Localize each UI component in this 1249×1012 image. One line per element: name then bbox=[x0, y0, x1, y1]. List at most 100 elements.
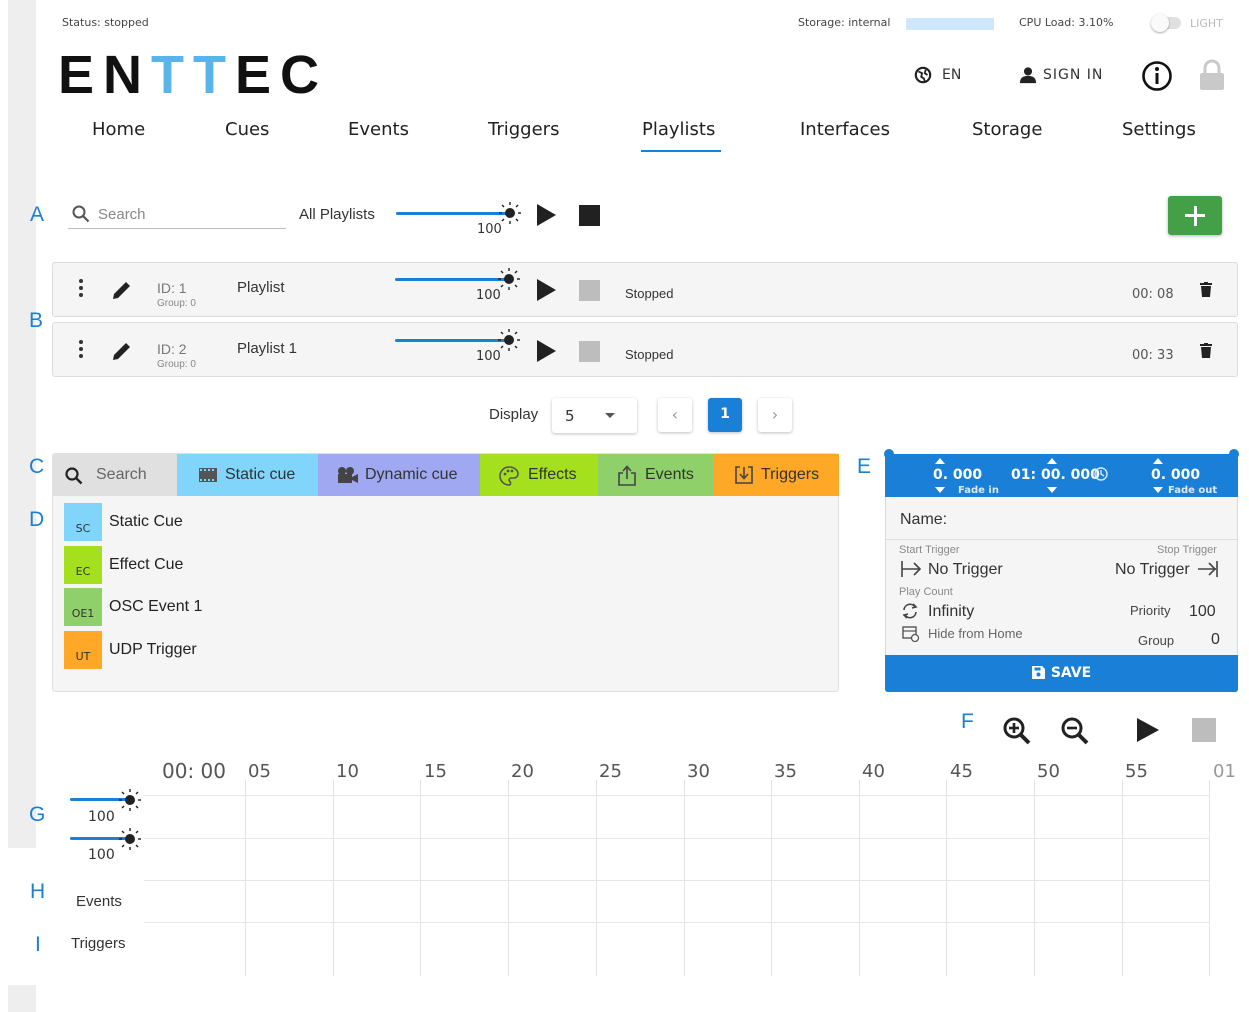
more-vert-icon[interactable] bbox=[79, 279, 83, 301]
library-item-effect-cue[interactable]: Effect Cue bbox=[109, 556, 183, 574]
tab-interfaces[interactable]: Interfaces bbox=[800, 119, 890, 140]
master-level-value: 100 bbox=[477, 222, 502, 237]
play-playlist-button[interactable] bbox=[537, 279, 556, 301]
tab-events[interactable]: Events bbox=[598, 454, 713, 496]
duration-decrease-icon[interactable] bbox=[1047, 487, 1057, 493]
track-divider bbox=[144, 795, 1210, 796]
fade-out-decrease-icon[interactable] bbox=[1153, 487, 1163, 493]
tab-dynamic-cue-label: Dynamic cue bbox=[365, 466, 458, 483]
logo-t1: T bbox=[151, 45, 194, 105]
next-page-button[interactable]: › bbox=[758, 398, 792, 432]
playlist-row[interactable]: ID: 2 Group: 0 Playlist 1 100 Stopped 00… bbox=[52, 322, 1238, 377]
resize-handle[interactable] bbox=[884, 449, 894, 459]
stop-trigger-select[interactable]: No Trigger bbox=[1115, 561, 1190, 579]
master-level-slider[interactable] bbox=[396, 212, 508, 215]
grid-line bbox=[946, 780, 947, 976]
hide-from-home-toggle[interactable]: Hide from Home bbox=[928, 626, 1023, 641]
playlist-search-input[interactable]: Search bbox=[98, 206, 146, 223]
library-item-osc-event[interactable]: OSC Event 1 bbox=[109, 598, 202, 616]
tab-playlists[interactable]: Playlists bbox=[642, 119, 715, 140]
playlist-row[interactable]: ID: 1 Group: 0 Playlist 100 Stopped 00: … bbox=[52, 262, 1238, 317]
fade-in-decrease-icon[interactable] bbox=[935, 487, 945, 493]
tab-settings[interactable]: Settings bbox=[1122, 119, 1196, 140]
library-item-udp-trigger[interactable]: UDP Trigger bbox=[109, 641, 197, 659]
tab-static-cue[interactable]: Static cue bbox=[177, 454, 318, 496]
sign-in-button[interactable]: SIGN IN bbox=[1019, 66, 1102, 88]
grid-line bbox=[771, 780, 772, 976]
play-count-field[interactable]: Infinity bbox=[928, 603, 974, 621]
start-trigger-select[interactable]: No Trigger bbox=[928, 561, 1003, 579]
pencil-icon[interactable] bbox=[111, 340, 133, 362]
play-playlist-button[interactable] bbox=[537, 340, 556, 362]
priority-field[interactable]: 100 bbox=[1189, 603, 1216, 621]
playlist-group: Group: 0 bbox=[157, 359, 196, 370]
fade-out-label: Fade out bbox=[1168, 485, 1218, 496]
pencil-icon[interactable] bbox=[111, 279, 133, 301]
fade-in-value[interactable]: 0. 000 bbox=[933, 467, 982, 483]
playlist-level-slider[interactable] bbox=[395, 339, 507, 342]
grid-line bbox=[1034, 780, 1035, 976]
grid-line bbox=[508, 780, 509, 976]
fade-out-increase-icon[interactable] bbox=[1153, 458, 1163, 464]
grid-line bbox=[1209, 780, 1210, 976]
osc-event-badge: OE1 bbox=[64, 588, 102, 626]
zoom-out-icon[interactable] bbox=[1060, 716, 1090, 746]
tab-events-label: Events bbox=[645, 466, 694, 483]
sign-in-label: SIGN IN bbox=[1043, 67, 1104, 83]
library-search-input[interactable]: Search bbox=[53, 454, 177, 496]
more-vert-icon[interactable] bbox=[79, 340, 83, 362]
tick-10: 10 bbox=[336, 761, 359, 782]
resize-handle[interactable] bbox=[1229, 449, 1239, 459]
tick-30: 30 bbox=[687, 761, 710, 782]
duration-value[interactable]: 01: 00. 000 bbox=[1011, 467, 1100, 483]
stop-trigger-label: Stop Trigger bbox=[1157, 544, 1217, 556]
stop-playlist-button[interactable] bbox=[579, 341, 600, 362]
timeline-play-button[interactable] bbox=[1137, 718, 1159, 742]
status-text: Status: stopped bbox=[62, 16, 149, 29]
fade-out-value[interactable]: 0. 000 bbox=[1151, 467, 1200, 483]
group-field[interactable]: 0 bbox=[1211, 631, 1220, 649]
marker-i: I bbox=[35, 933, 41, 956]
language-button[interactable]: EN bbox=[914, 66, 961, 88]
tab-triggers[interactable]: Triggers bbox=[713, 454, 839, 496]
tab-dynamic-cue[interactable]: Dynamic cue bbox=[318, 454, 480, 496]
repeat-icon bbox=[902, 603, 918, 619]
static-cue-badge: SC bbox=[64, 503, 102, 541]
duration-increase-icon[interactable] bbox=[1047, 458, 1057, 464]
info-icon[interactable] bbox=[1141, 60, 1173, 92]
playlist-level-slider[interactable] bbox=[395, 278, 507, 281]
save-button[interactable]: SAVE bbox=[885, 655, 1238, 692]
tab-events[interactable]: Events bbox=[348, 119, 409, 140]
play-all-button[interactable] bbox=[537, 204, 556, 226]
left-gutter bbox=[8, 0, 36, 848]
timeline-stop-button[interactable] bbox=[1192, 718, 1216, 742]
cue-timing-header: 0. 000 Fade in 01: 00. 000 0. 000 Fade o… bbox=[885, 454, 1238, 497]
clock-icon bbox=[1094, 467, 1108, 481]
tab-triggers[interactable]: Triggers bbox=[488, 119, 559, 140]
tab-cues[interactable]: Cues bbox=[225, 119, 269, 140]
library-item-static-cue[interactable]: Static Cue bbox=[109, 513, 183, 531]
track-divider bbox=[144, 880, 1210, 881]
divider bbox=[886, 539, 1237, 540]
tab-storage[interactable]: Storage bbox=[972, 119, 1042, 140]
prev-page-button[interactable]: ‹ bbox=[658, 398, 692, 432]
stop-playlist-button[interactable] bbox=[579, 280, 600, 301]
tab-effects[interactable]: Effects bbox=[480, 454, 598, 496]
stop-all-button[interactable] bbox=[579, 205, 600, 226]
tick-40: 40 bbox=[862, 761, 885, 782]
trash-icon[interactable] bbox=[1200, 343, 1212, 358]
theme-toggle[interactable] bbox=[1151, 14, 1181, 32]
zoom-in-icon[interactable] bbox=[1002, 716, 1032, 746]
fade-in-increase-icon[interactable] bbox=[935, 458, 945, 464]
search-icon bbox=[65, 467, 83, 485]
playlist-name: Playlist bbox=[237, 279, 285, 296]
add-playlist-button[interactable] bbox=[1168, 196, 1222, 235]
lock-icon[interactable] bbox=[1198, 58, 1226, 92]
marker-d: D bbox=[29, 508, 45, 531]
tab-home[interactable]: Home bbox=[92, 119, 145, 140]
page-1-button[interactable]: 1 bbox=[708, 398, 742, 432]
trash-icon[interactable] bbox=[1200, 282, 1212, 297]
playlist-id: ID: 1 bbox=[157, 280, 187, 296]
page-size-select[interactable]: 5 bbox=[552, 398, 637, 433]
cue-name-field[interactable]: Name: bbox=[900, 511, 947, 529]
